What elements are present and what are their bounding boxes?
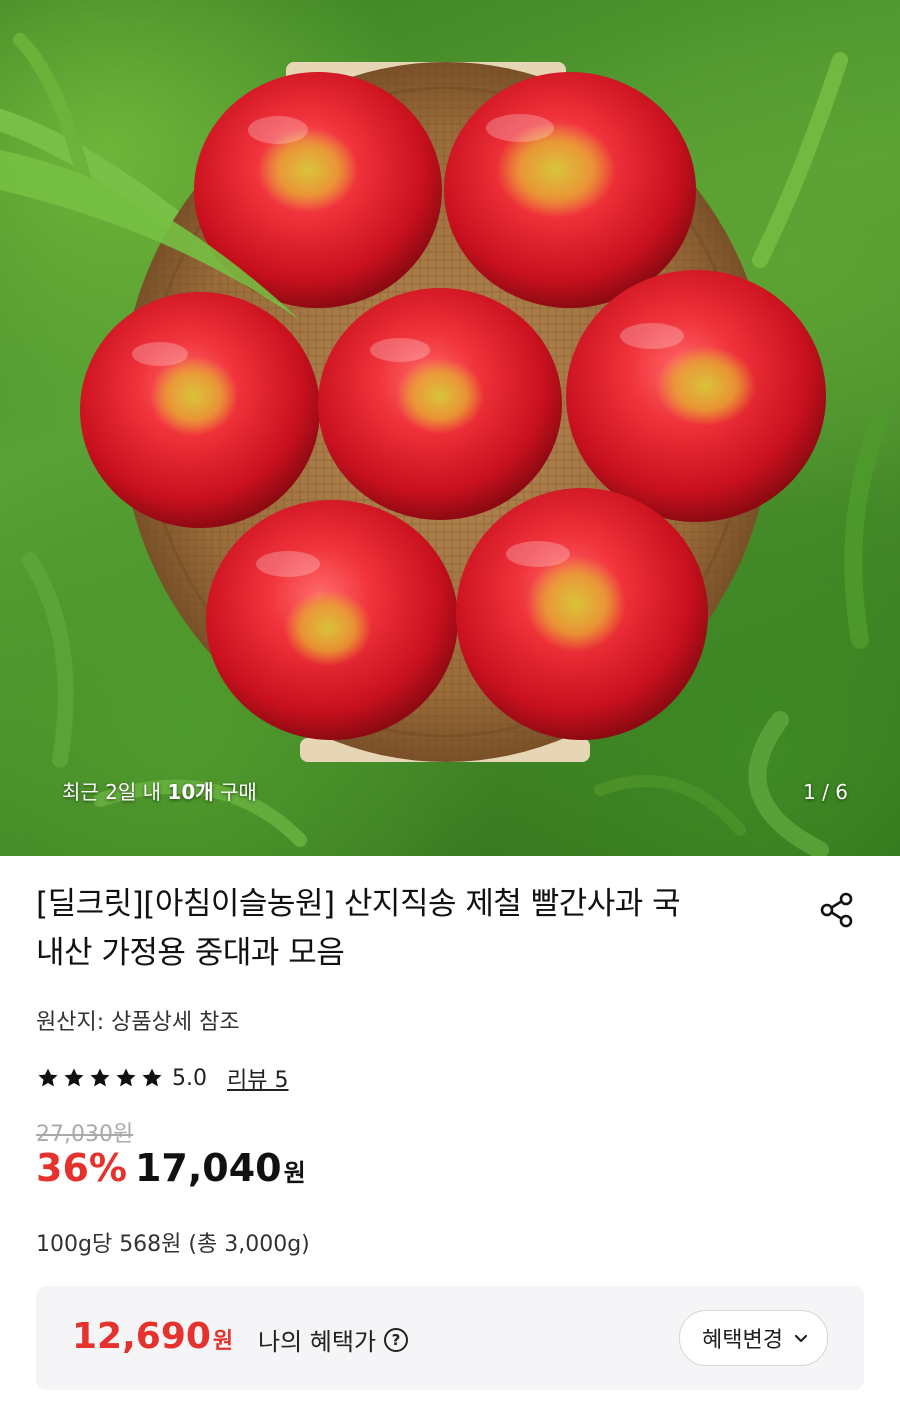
unit-price: 100g당 568원 (총 3,000g) (36, 1232, 310, 1257)
benefit-price-box: 12,690 원 나의 혜택가 ? 혜택변경 (36, 1286, 864, 1390)
benefit-label-row: 나의 혜택가 ? (258, 1322, 409, 1357)
apple (566, 270, 826, 522)
sale-price-unit: 원 (283, 1159, 306, 1187)
apple (80, 292, 320, 528)
chevron-down-icon (794, 1334, 808, 1343)
change-benefit-button[interactable]: 혜택변경 (679, 1310, 828, 1366)
apple-basket-illustration (0, 33, 889, 856)
star-icon (116, 1068, 136, 1087)
product-title-line1: [딜크릿][아침이슬농원] 산지직송 제철 빨간사과 국 (36, 886, 681, 922)
benefit-price: 12,690 원 (72, 1316, 233, 1357)
benefit-amount-unit: 원 (212, 1329, 234, 1354)
change-benefit-label: 혜택변경 (702, 1328, 783, 1353)
apple (318, 288, 562, 520)
benefit-label: 나의 혜택가 (258, 1328, 377, 1356)
product-title-line2: 내산 가정용 중대과 모음 (36, 935, 345, 971)
share-button[interactable] (814, 890, 860, 930)
sale-price: 17,040 (134, 1146, 282, 1190)
discount-rate: 36% (36, 1146, 127, 1190)
star-icon (142, 1068, 162, 1087)
product-image[interactable]: 최근 2일 내 10개 구매 1 / 6 (0, 0, 900, 856)
price-row: 36% 17,040 원 (36, 1146, 306, 1190)
rating-value: 5.0 (172, 1065, 207, 1091)
caption-count: 10개 (167, 780, 214, 804)
apples (80, 72, 826, 740)
star-icon (90, 1068, 110, 1087)
rating-stars (36, 1066, 164, 1090)
review-link[interactable]: 리뷰 5 (227, 1062, 288, 1094)
image-page-indicator: 1 / 6 (803, 780, 848, 804)
star-icon (38, 1068, 58, 1087)
share-icon (820, 892, 853, 928)
apple (444, 72, 696, 308)
origin-info: 원산지: 상품상세 참조 (36, 1010, 240, 1035)
star-icon (64, 1068, 84, 1087)
rating-row: 5.0 리뷰 5 (36, 1062, 288, 1094)
question-circle-icon[interactable]: ? (384, 1327, 409, 1352)
caption-suffix: 구매 (213, 780, 257, 804)
apple (456, 488, 708, 740)
original-price: 27,030원 (36, 1122, 134, 1147)
product-title: [딜크릿][아침이슬농원] 산지직송 제철 빨간사과 국 내산 가정용 중대과 … (36, 880, 776, 978)
recent-purchase-caption: 최근 2일 내 10개 구매 (62, 776, 257, 805)
benefit-amount: 12,690 (72, 1316, 211, 1357)
apple (206, 500, 458, 740)
caption-prefix: 최근 2일 내 (62, 780, 168, 804)
